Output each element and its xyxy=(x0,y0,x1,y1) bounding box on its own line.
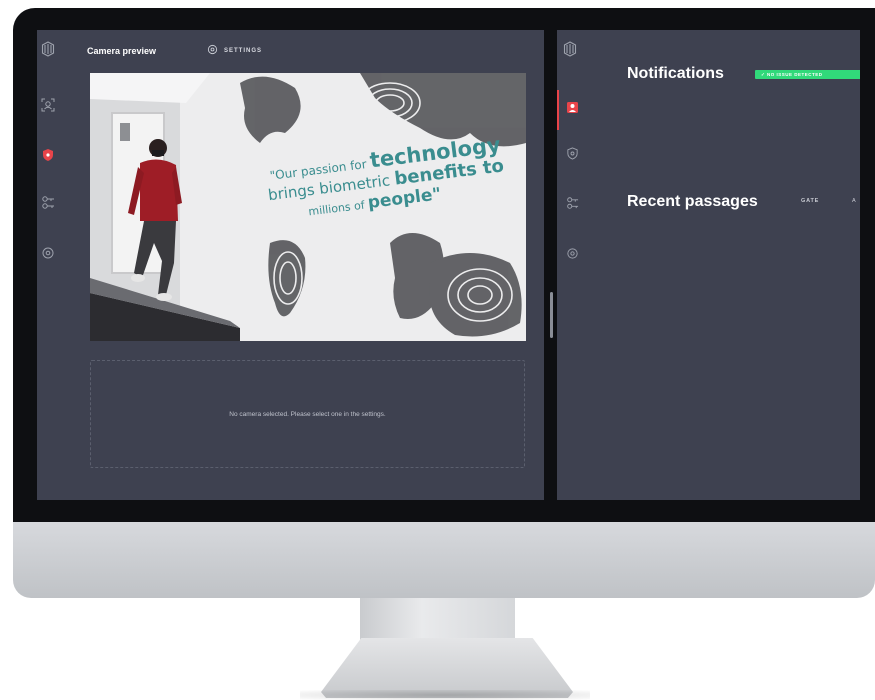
recent-passages-title: Recent passages xyxy=(627,193,758,210)
gate-filter-label[interactable]: GATE xyxy=(801,198,819,204)
logo-icon[interactable] xyxy=(559,38,581,60)
settings-label: SETTINGS xyxy=(224,48,263,54)
status-badge: ✓ NO ISSUE DETECTED xyxy=(755,70,860,79)
gate-filter-value[interactable]: A xyxy=(852,198,856,204)
shield-icon[interactable] xyxy=(561,142,583,164)
monitor-stand-neck xyxy=(360,598,515,642)
gear-icon[interactable] xyxy=(37,242,59,264)
panel-resize-handle[interactable] xyxy=(550,292,553,338)
active-nav-indicator xyxy=(557,90,559,130)
person-badge-icon[interactable] xyxy=(561,96,583,118)
camera-feed-image: "Our passion for technology brings biome… xyxy=(90,73,526,341)
camera-preview-screen: Camera preview SETTINGS "Our passion for… xyxy=(37,30,544,500)
key-icon[interactable] xyxy=(561,192,583,214)
logo-icon[interactable] xyxy=(37,38,59,60)
dashboard-screen: Notifications ✓ NO ISSUE DETECTED Recent… xyxy=(557,30,860,500)
empty-camera-message: No camera selected. Please select one in… xyxy=(229,410,386,418)
shield-icon[interactable] xyxy=(37,144,59,166)
settings-button[interactable]: SETTINGS xyxy=(207,44,262,58)
right-sidebar xyxy=(557,30,589,500)
monitor-chin xyxy=(13,522,875,598)
page-title: Camera preview xyxy=(87,46,157,56)
monitor-stand-shadow xyxy=(300,690,590,700)
face-scan-icon[interactable] xyxy=(37,94,59,116)
gear-icon[interactable] xyxy=(561,242,583,264)
notifications-title: Notifications xyxy=(627,65,724,82)
empty-camera-slot[interactable]: No camera selected. Please select one in… xyxy=(90,360,525,468)
key-icon[interactable] xyxy=(37,192,59,214)
left-sidebar xyxy=(37,30,69,500)
gear-icon xyxy=(207,42,218,60)
monitor-stand-foot xyxy=(321,638,573,698)
